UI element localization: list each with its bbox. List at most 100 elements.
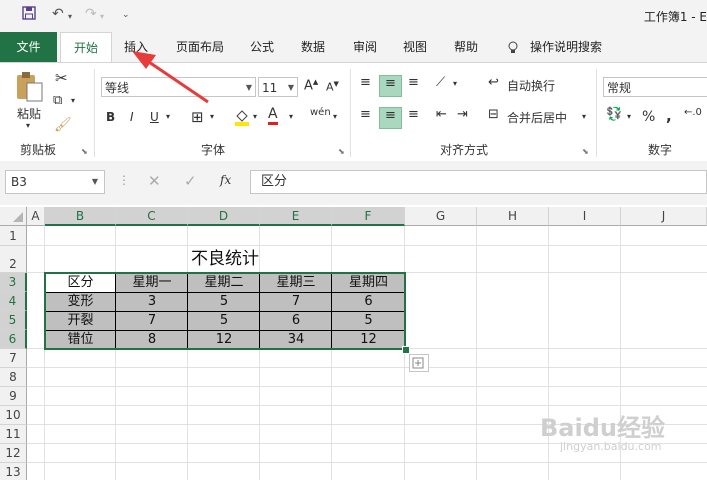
percent-style-button[interactable]: % [642, 109, 655, 125]
tab-help[interactable]: 帮助 [448, 32, 484, 62]
align-bottom-icon[interactable]: ≡ [408, 75, 419, 90]
increase-indent-icon[interactable]: ⇥ [457, 107, 468, 122]
chevron-down-icon: ▼ [287, 83, 294, 92]
worksheet-grid[interactable]: A B C D E F G H I J 1 2 3 4 5 6 7 8 9 10… [0, 207, 707, 480]
format-painter-icon[interactable]: 🖌 [54, 117, 72, 133]
table-title[interactable]: 不良统计 [45, 247, 405, 272]
quick-analysis-icon[interactable] [409, 354, 429, 372]
table-header-cell[interactable]: 星期二 [188, 273, 260, 292]
tab-home[interactable]: 开始 [60, 32, 112, 63]
formula-input[interactable]: 区分 [250, 170, 707, 194]
name-box[interactable]: B3 ▼ [5, 170, 105, 194]
accounting-dropdown-icon[interactable]: ▾ [627, 112, 631, 121]
align-center-icon[interactable]: ≡ [379, 107, 402, 129]
table-header-cell[interactable]: 区分 [45, 273, 116, 292]
table-cell[interactable]: 12 [332, 330, 405, 349]
paste-label[interactable]: 粘贴 [17, 105, 41, 122]
orientation-dropdown-icon[interactable]: ▾ [453, 79, 457, 88]
redo-icon[interactable]: ↷ [85, 6, 97, 22]
table-cell[interactable]: 5 [332, 311, 405, 330]
wrap-text-icon[interactable]: ↩ [488, 75, 499, 90]
italic-button[interactable]: I [130, 110, 134, 124]
align-middle-icon[interactable]: ≡ [379, 75, 402, 97]
tab-data[interactable]: 数据 [295, 32, 331, 62]
table-cell[interactable]: 12 [188, 330, 260, 349]
decrease-indent-icon[interactable]: ⇤ [436, 107, 447, 122]
number-format-select[interactable]: 常规 [603, 77, 707, 97]
align-right-icon[interactable]: ≡ [408, 107, 419, 122]
merge-dropdown-icon[interactable]: ▾ [582, 112, 586, 121]
table-cell[interactable]: 变形 [45, 292, 116, 311]
redo-dropdown-icon[interactable]: ▾ [100, 12, 104, 21]
merge-center-icon[interactable]: ⊟ [488, 107, 499, 122]
table-cell[interactable]: 34 [260, 330, 332, 349]
save-icon[interactable] [22, 6, 36, 24]
phonetic-guide-icon[interactable]: wén [310, 107, 331, 118]
tab-insert[interactable]: 插入 [118, 32, 154, 62]
font-color-dropdown-icon[interactable]: ▾ [289, 112, 293, 121]
orientation-icon[interactable]: ⟋ [436, 75, 445, 90]
table-header-cell[interactable]: 星期三 [260, 273, 332, 292]
table-cell[interactable]: 6 [332, 292, 405, 311]
underline-button[interactable]: U [150, 110, 159, 124]
align-top-icon[interactable]: ≡ [360, 75, 371, 90]
tab-formulas[interactable]: 公式 [244, 32, 280, 62]
alignment-launcher-icon[interactable]: ⬊ [582, 147, 589, 156]
table-cell[interactable]: 8 [116, 330, 188, 349]
wrap-text-button[interactable]: 自动换行 [507, 77, 555, 94]
table-cell[interactable]: 错位 [45, 330, 116, 349]
increase-font-size-icon[interactable]: A▲ [304, 78, 318, 93]
increase-decimal-icon[interactable]: ←.0 [684, 107, 702, 118]
table-cell[interactable]: 6 [260, 311, 332, 330]
tab-view[interactable]: 视图 [397, 32, 433, 62]
table-cell[interactable]: 3 [116, 292, 188, 311]
undo-icon[interactable]: ↶ [52, 6, 64, 22]
align-left-icon[interactable]: ≡ [360, 107, 371, 122]
table-cell[interactable]: 5 [188, 311, 260, 330]
borders-icon[interactable]: ⊞ [191, 108, 204, 126]
tell-me-search[interactable]: 操作说明搜索 [530, 32, 610, 62]
fill-handle[interactable] [402, 346, 410, 354]
insert-function-icon[interactable]: fx [220, 173, 231, 187]
tab-page-layout[interactable]: 页面布局 [170, 32, 230, 62]
borders-dropdown-icon[interactable]: ▾ [210, 112, 214, 121]
font-name-select[interactable]: 等线 ▼ [101, 77, 256, 97]
enter-icon[interactable]: ✓ [184, 172, 197, 190]
more-options-icon: ⋮ [118, 173, 130, 187]
clipboard-launcher-icon[interactable]: ⬊ [81, 147, 88, 156]
row-header-8[interactable]: 8 [0, 368, 27, 387]
tab-review[interactable]: 审阅 [347, 32, 383, 62]
customize-quick-access-icon[interactable]: ⌄ [122, 10, 130, 20]
paste-dropdown-icon[interactable]: ▾ [26, 121, 30, 130]
copy-dropdown-icon[interactable]: ▾ [71, 96, 75, 105]
fill-color-icon[interactable] [234, 108, 250, 129]
accounting-format-icon[interactable]: 💱 [606, 107, 622, 122]
row-header-13[interactable]: 13 [0, 463, 27, 480]
cut-icon[interactable]: ✂ [55, 69, 68, 87]
row-header-12[interactable]: 12 [0, 444, 27, 463]
paste-icon[interactable] [14, 71, 44, 106]
row-header-10[interactable]: 10 [0, 406, 27, 425]
row-header-11[interactable]: 11 [0, 425, 27, 444]
comma-style-icon[interactable]: , [666, 107, 672, 125]
cancel-icon[interactable]: ✕ [148, 172, 161, 190]
table-cell[interactable]: 7 [260, 292, 332, 311]
table-cell[interactable]: 开裂 [45, 311, 116, 330]
font-launcher-icon[interactable]: ⬊ [338, 147, 345, 156]
font-color-icon[interactable]: A [268, 107, 278, 125]
table-cell[interactable]: 5 [188, 292, 260, 311]
decrease-font-size-icon[interactable]: A▼ [326, 80, 339, 94]
phonetic-dropdown-icon[interactable]: ▾ [333, 112, 337, 121]
table-header-cell[interactable]: 星期一 [116, 273, 188, 292]
underline-dropdown-icon[interactable]: ▾ [166, 112, 170, 121]
merge-center-button[interactable]: 合并后居中 [507, 109, 567, 126]
table-cell[interactable]: 7 [116, 311, 188, 330]
row-header-9[interactable]: 9 [0, 387, 27, 406]
copy-icon[interactable]: ⧉ [53, 93, 62, 108]
table-header-cell[interactable]: 星期四 [332, 273, 405, 292]
fill-color-dropdown-icon[interactable]: ▾ [253, 112, 257, 121]
tab-file[interactable]: 文件 [0, 32, 57, 62]
bold-button[interactable]: B [106, 110, 115, 124]
font-size-select[interactable]: 11 ▼ [258, 77, 298, 97]
undo-dropdown-icon[interactable]: ▾ [68, 12, 72, 21]
